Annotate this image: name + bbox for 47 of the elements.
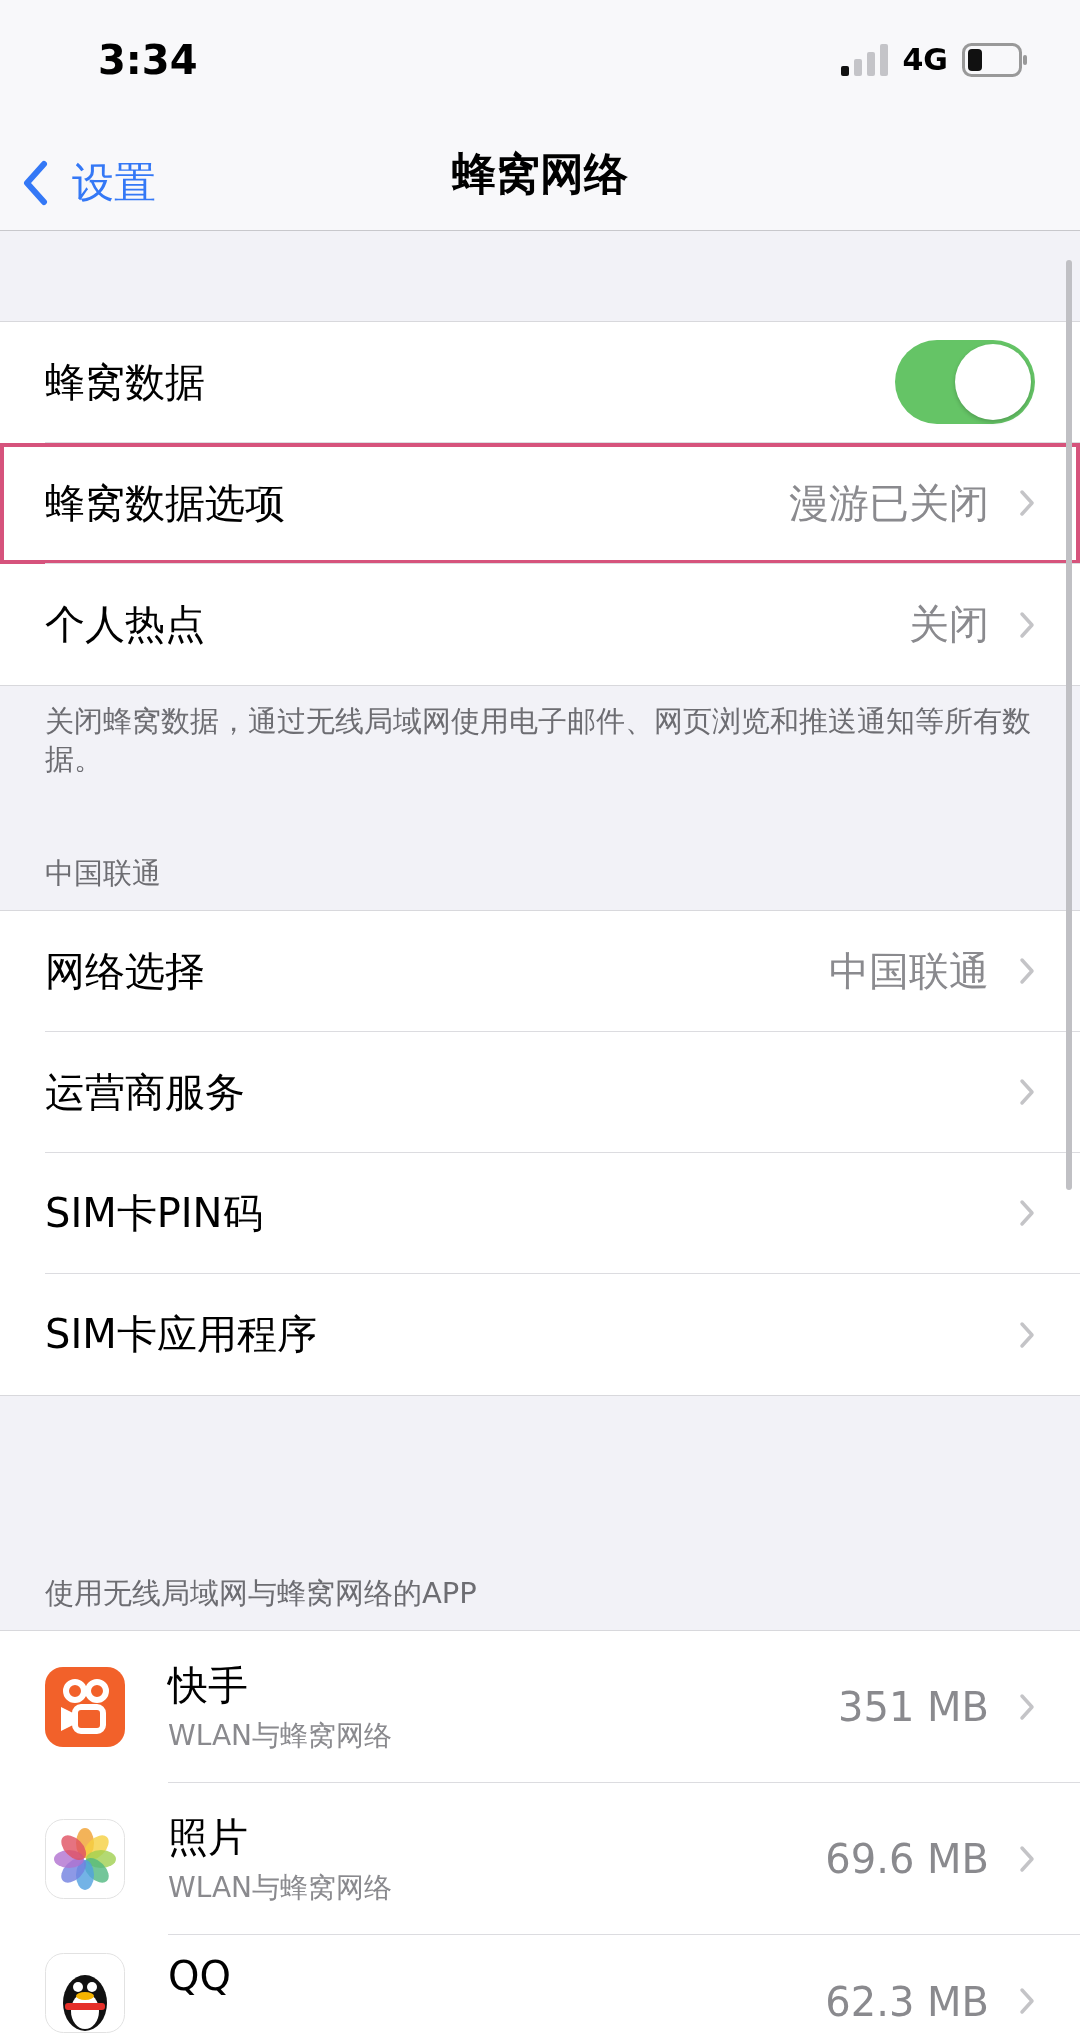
page-title: 蜂窝网络 — [452, 147, 628, 202]
app-subtitle: WLAN与蜂窝网络 — [168, 1870, 394, 1906]
app-name: 快手 — [168, 1661, 249, 1710]
row-label: 个人热点 — [45, 600, 206, 649]
video-camera-app-icon — [45, 1667, 125, 1747]
app-row[interactable]: 照片 WLAN与蜂窝网络 69.6 MB — [0, 1783, 1080, 1935]
back-chevron-icon — [22, 160, 48, 207]
chevron-icon — [1019, 1199, 1035, 1227]
chevron-icon — [1019, 1078, 1035, 1106]
settings-row[interactable]: 蜂窝数据选项 漫游已关闭 — [0, 443, 1080, 564]
app-row[interactable]: 快手 WLAN与蜂窝网络 351 MB — [0, 1631, 1080, 1783]
app-name: QQ — [168, 1953, 232, 1999]
chevron-icon — [1019, 1320, 1035, 1349]
row-label: SIM卡应用程序 — [45, 1310, 318, 1359]
settings-row[interactable]: 蜂窝数据 — [0, 322, 1080, 443]
row-value: 中国联通 — [829, 946, 989, 996]
back-label: 设置 — [72, 157, 156, 210]
data-usage: 62.3 MB — [825, 1979, 989, 2025]
row-label: 蜂窝数据 — [45, 357, 206, 407]
row-value: 关闭 — [909, 600, 989, 649]
row-label: 蜂窝数据选项 — [45, 478, 286, 528]
settings-row[interactable]: 个人热点 关闭 — [0, 564, 1080, 685]
network-type: 4G — [902, 42, 948, 78]
app-row[interactable]: QQ 62.3 MB — [0, 1935, 1080, 2033]
settings-row[interactable]: SIM卡应用程序 — [0, 1274, 1080, 1395]
signal-icon — [840, 43, 889, 76]
row-label: SIM卡PIN码 — [45, 1188, 264, 1238]
data-usage: 69.6 MB — [825, 1835, 989, 1882]
data-usage: 351 MB — [838, 1683, 989, 1730]
row-value: 漫游已关闭 — [789, 478, 989, 528]
app-name: 照片 — [168, 1813, 249, 1862]
section-footer: 关闭蜂窝数据，通过无线局域网使用电子邮件、网页浏览和推送通知等所有数据。 — [0, 686, 1080, 778]
chevron-icon — [1019, 610, 1035, 639]
section-header: 使用无线局域网与蜂窝网络的APP — [45, 1576, 477, 1610]
section-header: 中国联通 — [45, 856, 161, 890]
chevron-icon — [1019, 957, 1035, 985]
row-label: 网络选择 — [45, 946, 206, 996]
status-time: 3:34 — [98, 36, 198, 83]
back-button[interactable]: 设置 — [22, 155, 156, 212]
flower-app-icon — [45, 1819, 125, 1899]
row-label: 运营商服务 — [45, 1067, 246, 1117]
chevron-icon — [1019, 489, 1035, 517]
chevron-icon — [1019, 1692, 1035, 1721]
chevron-icon — [1019, 1987, 1035, 2015]
chevron-icon — [1019, 1844, 1035, 1873]
battery-icon — [962, 42, 1028, 77]
app-subtitle: WLAN与蜂窝网络 — [168, 1718, 394, 1754]
